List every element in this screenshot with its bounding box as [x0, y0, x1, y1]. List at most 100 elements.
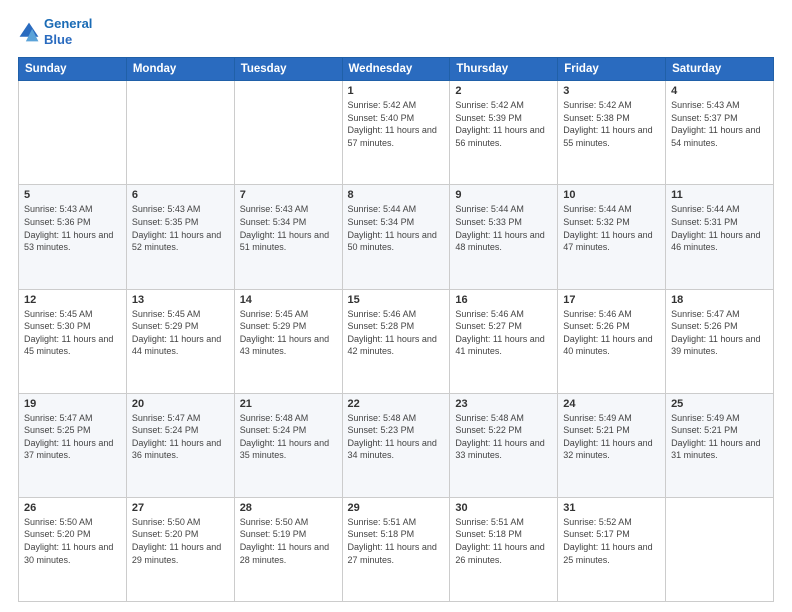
day-info: Sunrise: 5:45 AM Sunset: 5:29 PM Dayligh… [240, 308, 337, 358]
calendar-cell: 10 Sunrise: 5:44 AM Sunset: 5:32 PM Dayli… [558, 185, 666, 289]
day-info: Sunrise: 5:44 AM Sunset: 5:32 PM Dayligh… [563, 203, 660, 253]
day-info: Sunrise: 5:42 AM Sunset: 5:38 PM Dayligh… [563, 99, 660, 149]
calendar-cell: 13 Sunrise: 5:45 AM Sunset: 5:29 PM Dayli… [126, 289, 234, 393]
day-info: Sunrise: 5:42 AM Sunset: 5:40 PM Dayligh… [348, 99, 445, 149]
calendar-cell: 18 Sunrise: 5:47 AM Sunset: 5:26 PM Dayli… [666, 289, 774, 393]
day-number: 26 [24, 502, 121, 514]
day-number: 14 [240, 294, 337, 306]
day-info: Sunrise: 5:47 AM Sunset: 5:24 PM Dayligh… [132, 412, 229, 462]
calendar-cell: 14 Sunrise: 5:45 AM Sunset: 5:29 PM Dayli… [234, 289, 342, 393]
calendar-cell: 27 Sunrise: 5:50 AM Sunset: 5:20 PM Dayli… [126, 497, 234, 601]
calendar-cell: 28Sunrise: 5:50 AM Sunset: 5:19 PM Dayli… [234, 497, 342, 601]
day-number: 10 [563, 189, 660, 201]
weekday-header-monday: Monday [126, 58, 234, 81]
day-info: Sunrise: 5:51 AM Sunset: 5:18 PM Dayligh… [348, 516, 445, 566]
calendar-cell: 1 Sunrise: 5:42 AM Sunset: 5:40 PM Daylig… [342, 81, 450, 185]
calendar-cell: 21 Sunrise: 5:48 AM Sunset: 5:24 PM Dayli… [234, 393, 342, 497]
week-row-3: 12 Sunrise: 5:45 AM Sunset: 5:30 PM Dayli… [19, 289, 774, 393]
week-row-4: 19Sunrise: 5:47 AM Sunset: 5:25 PM Dayli… [19, 393, 774, 497]
calendar-table: SundayMondayTuesdayWednesdayThursdayFrid… [18, 57, 774, 602]
calendar-cell: 8 Sunrise: 5:44 AM Sunset: 5:34 PM Daylig… [342, 185, 450, 289]
day-number: 11 [671, 189, 768, 201]
day-info: Sunrise: 5:46 AM Sunset: 5:26 PM Dayligh… [563, 308, 660, 358]
calendar-cell: 15 Sunrise: 5:46 AM Sunset: 5:28 PM Dayli… [342, 289, 450, 393]
day-info: Sunrise: 5:47 AM Sunset: 5:25 PM Dayligh… [24, 412, 121, 462]
day-number: 20 [132, 398, 229, 410]
day-number: 29 [348, 502, 445, 514]
calendar-cell: 23 Sunrise: 5:48 AM Sunset: 5:22 PM Dayli… [450, 393, 558, 497]
calendar-cell: 29 Sunrise: 5:51 AM Sunset: 5:18 PM Dayli… [342, 497, 450, 601]
day-info: Sunrise: 5:47 AM Sunset: 5:26 PM Dayligh… [671, 308, 768, 358]
day-info: Sunrise: 5:44 AM Sunset: 5:34 PM Dayligh… [348, 203, 445, 253]
day-number: 7 [240, 189, 337, 201]
day-info: Sunrise: 5:46 AM Sunset: 5:27 PM Dayligh… [455, 308, 552, 358]
page-container: General Blue SundayMondayTuesdayWednesda… [0, 0, 792, 612]
day-number: 4 [671, 85, 768, 97]
day-info: Sunrise: 5:43 AM Sunset: 5:35 PM Dayligh… [132, 203, 229, 253]
day-info: Sunrise: 5:43 AM Sunset: 5:34 PM Dayligh… [240, 203, 337, 253]
week-row-2: 5Sunrise: 5:43 AM Sunset: 5:36 PM Daylig… [19, 185, 774, 289]
day-info: Sunrise: 5:49 AM Sunset: 5:21 PM Dayligh… [671, 412, 768, 462]
day-number: 24 [563, 398, 660, 410]
calendar-cell: 5Sunrise: 5:43 AM Sunset: 5:36 PM Daylig… [19, 185, 127, 289]
weekday-header-friday: Friday [558, 58, 666, 81]
calendar-cell [126, 81, 234, 185]
day-number: 27 [132, 502, 229, 514]
calendar-cell: 25 Sunrise: 5:49 AM Sunset: 5:21 PM Dayli… [666, 393, 774, 497]
week-row-5: 26 Sunrise: 5:50 AM Sunset: 5:20 PM Dayli… [19, 497, 774, 601]
day-number: 31 [563, 502, 660, 514]
day-info: Sunrise: 5:50 AM Sunset: 5:20 PM Dayligh… [24, 516, 121, 566]
day-number: 1 [348, 85, 445, 97]
day-info: Sunrise: 5:46 AM Sunset: 5:28 PM Dayligh… [348, 308, 445, 358]
weekday-header-saturday: Saturday [666, 58, 774, 81]
logo: General Blue [18, 16, 92, 47]
day-number: 12 [24, 294, 121, 306]
day-number: 8 [348, 189, 445, 201]
calendar-cell: 2 Sunrise: 5:42 AM Sunset: 5:39 PM Daylig… [450, 81, 558, 185]
day-number: 30 [455, 502, 552, 514]
day-info: Sunrise: 5:45 AM Sunset: 5:30 PM Dayligh… [24, 308, 121, 358]
calendar-cell [234, 81, 342, 185]
calendar-cell [666, 497, 774, 601]
calendar-cell: 11Sunrise: 5:44 AM Sunset: 5:31 PM Dayli… [666, 185, 774, 289]
day-info: Sunrise: 5:48 AM Sunset: 5:22 PM Dayligh… [455, 412, 552, 462]
day-info: Sunrise: 5:50 AM Sunset: 5:19 PM Dayligh… [240, 516, 337, 566]
weekday-header-wednesday: Wednesday [342, 58, 450, 81]
day-number: 23 [455, 398, 552, 410]
logo-text: General Blue [44, 16, 92, 47]
calendar-cell: 20 Sunrise: 5:47 AM Sunset: 5:24 PM Dayli… [126, 393, 234, 497]
calendar-cell: 4 Sunrise: 5:43 AM Sunset: 5:37 PM Daylig… [666, 81, 774, 185]
day-info: Sunrise: 5:43 AM Sunset: 5:36 PM Dayligh… [24, 203, 121, 253]
week-row-1: 1 Sunrise: 5:42 AM Sunset: 5:40 PM Daylig… [19, 81, 774, 185]
day-info: Sunrise: 5:51 AM Sunset: 5:18 PM Dayligh… [455, 516, 552, 566]
calendar-cell: 19Sunrise: 5:47 AM Sunset: 5:25 PM Dayli… [19, 393, 127, 497]
calendar-cell: 26 Sunrise: 5:50 AM Sunset: 5:20 PM Dayli… [19, 497, 127, 601]
day-info: Sunrise: 5:48 AM Sunset: 5:23 PM Dayligh… [348, 412, 445, 462]
calendar-cell: 24Sunrise: 5:49 AM Sunset: 5:21 PM Dayli… [558, 393, 666, 497]
day-number: 9 [455, 189, 552, 201]
day-number: 13 [132, 294, 229, 306]
day-number: 21 [240, 398, 337, 410]
day-info: Sunrise: 5:45 AM Sunset: 5:29 PM Dayligh… [132, 308, 229, 358]
calendar-cell: 12 Sunrise: 5:45 AM Sunset: 5:30 PM Dayli… [19, 289, 127, 393]
day-number: 25 [671, 398, 768, 410]
day-info: Sunrise: 5:44 AM Sunset: 5:33 PM Dayligh… [455, 203, 552, 253]
day-number: 2 [455, 85, 552, 97]
day-info: Sunrise: 5:52 AM Sunset: 5:17 PM Dayligh… [563, 516, 660, 566]
weekday-header-sunday: Sunday [19, 58, 127, 81]
day-number: 3 [563, 85, 660, 97]
calendar-cell: 31 Sunrise: 5:52 AM Sunset: 5:17 PM Dayli… [558, 497, 666, 601]
day-info: Sunrise: 5:48 AM Sunset: 5:24 PM Dayligh… [240, 412, 337, 462]
day-number: 15 [348, 294, 445, 306]
day-number: 18 [671, 294, 768, 306]
weekday-header-tuesday: Tuesday [234, 58, 342, 81]
day-info: Sunrise: 5:50 AM Sunset: 5:20 PM Dayligh… [132, 516, 229, 566]
calendar-cell: 22 Sunrise: 5:48 AM Sunset: 5:23 PM Dayli… [342, 393, 450, 497]
day-info: Sunrise: 5:42 AM Sunset: 5:39 PM Dayligh… [455, 99, 552, 149]
logo-icon [18, 21, 40, 43]
weekday-header-row: SundayMondayTuesdayWednesdayThursdayFrid… [19, 58, 774, 81]
day-number: 16 [455, 294, 552, 306]
weekday-header-thursday: Thursday [450, 58, 558, 81]
day-info: Sunrise: 5:43 AM Sunset: 5:37 PM Dayligh… [671, 99, 768, 149]
day-number: 22 [348, 398, 445, 410]
